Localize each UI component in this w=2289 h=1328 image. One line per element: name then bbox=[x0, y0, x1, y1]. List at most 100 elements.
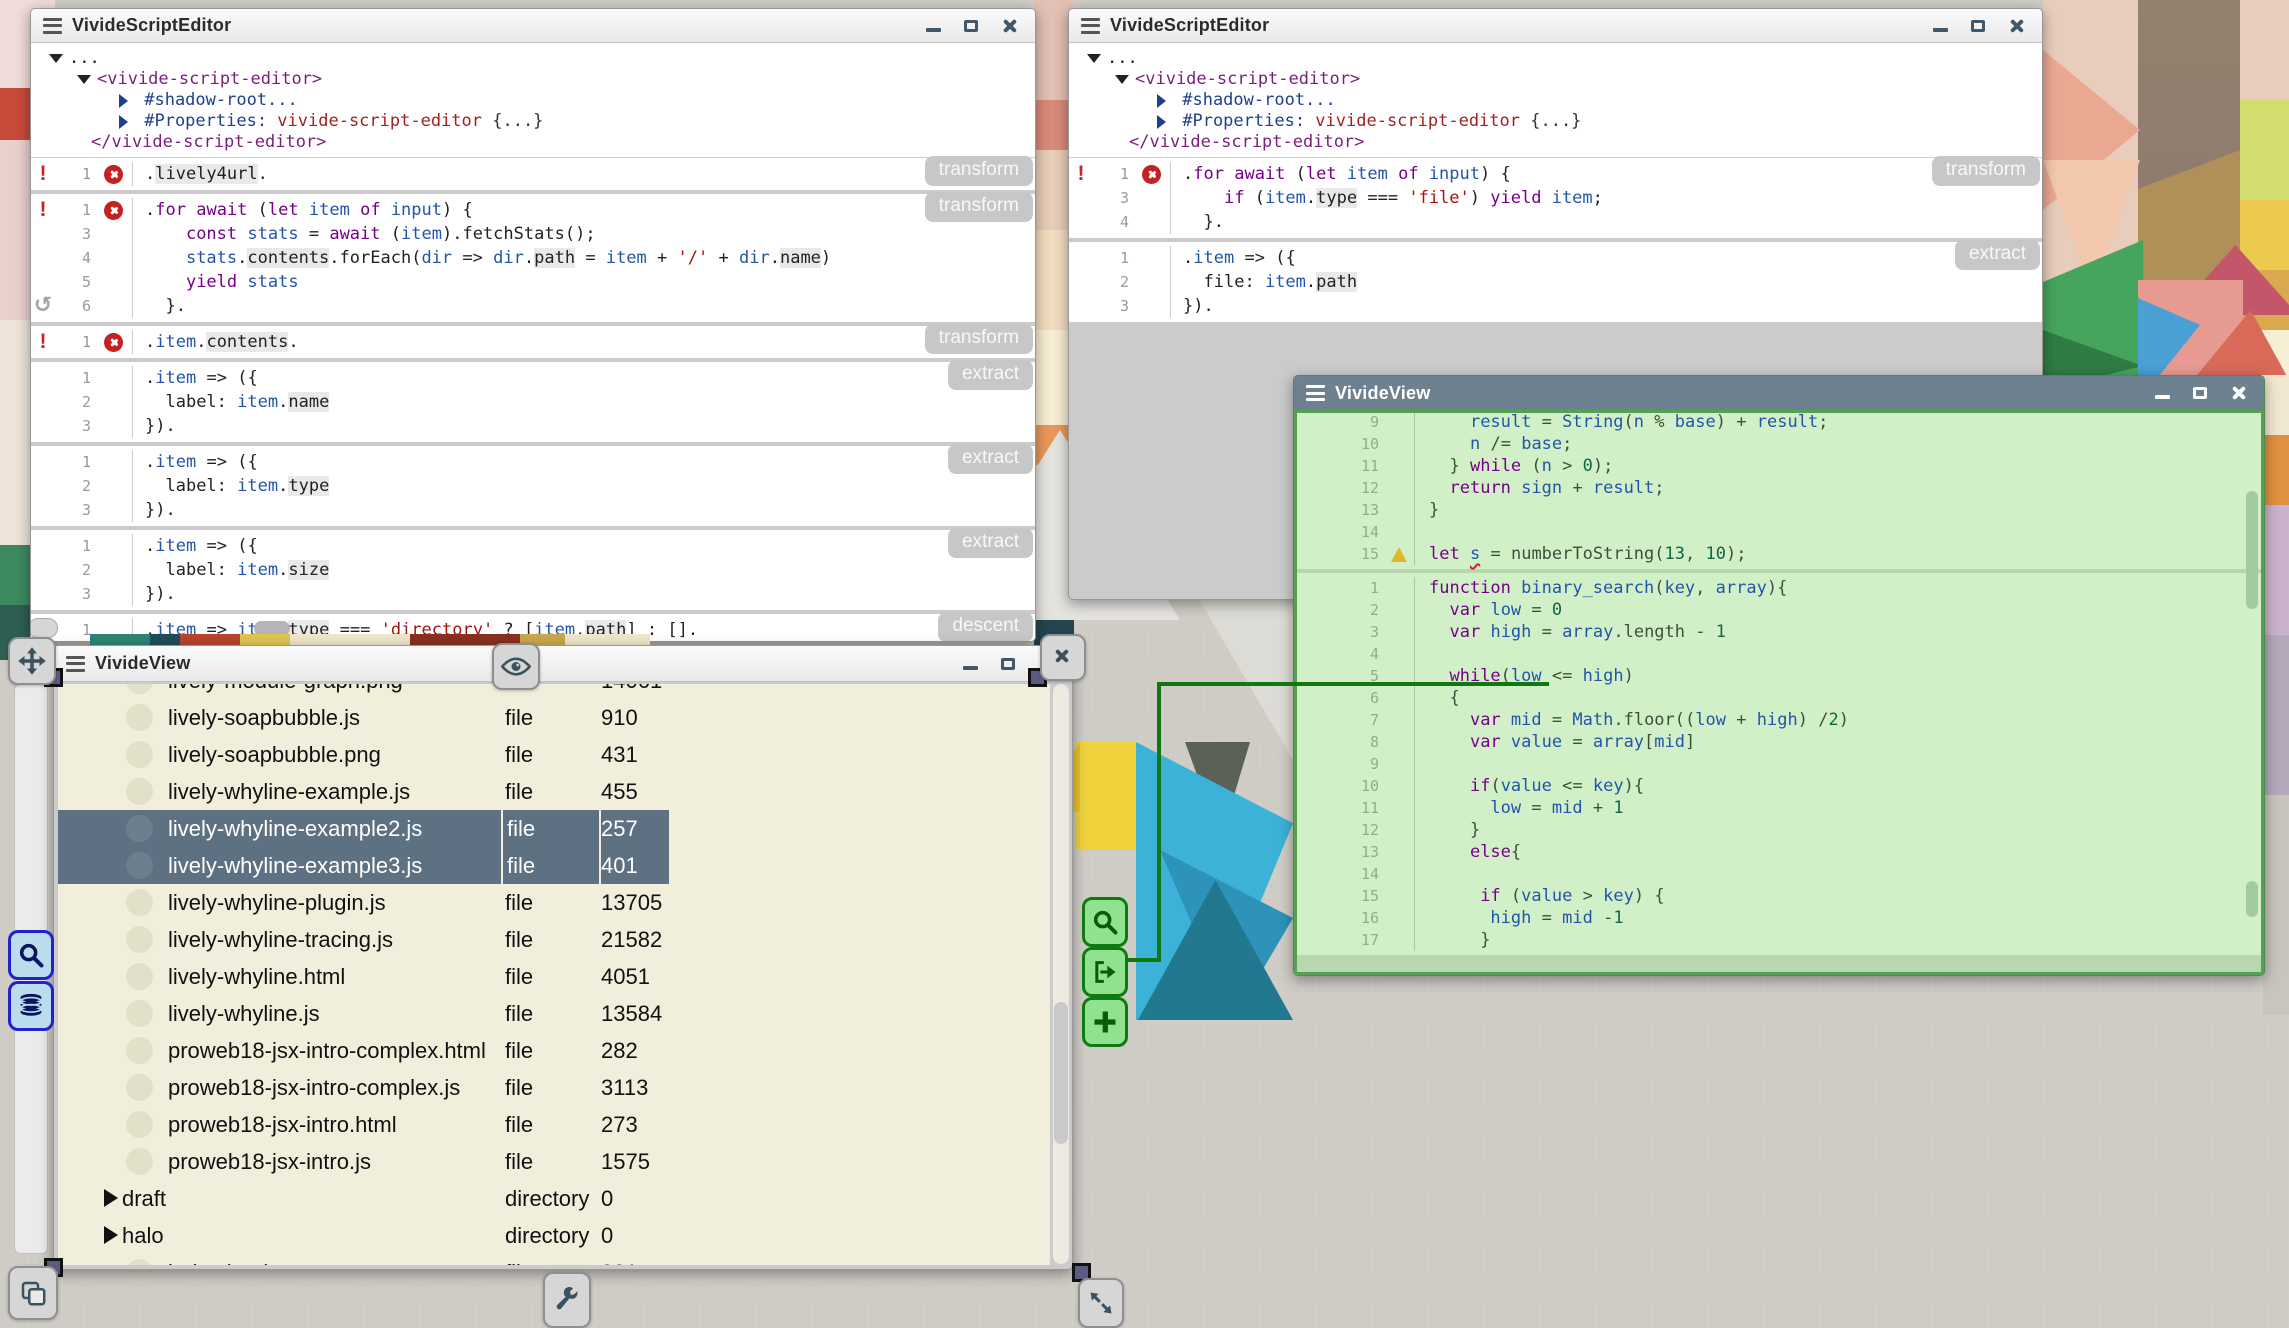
minimize-button[interactable] bbox=[2146, 381, 2178, 405]
code-line[interactable]: 1.item => ({ bbox=[31, 534, 1035, 558]
tree-line[interactable]: #Properties: vivide-script-editor {...} bbox=[1069, 111, 2042, 132]
code-line[interactable]: 2 file: item.path bbox=[1069, 270, 2042, 294]
code-line[interactable]: 4 }. bbox=[1069, 210, 2042, 234]
close-button[interactable] bbox=[2000, 14, 2032, 38]
code-line[interactable]: 3}). bbox=[1069, 294, 2042, 318]
tree-line[interactable]: #shadow-root... bbox=[31, 90, 1035, 111]
close-button[interactable] bbox=[993, 14, 1025, 38]
code-line[interactable]: 3 const stats = await (item).fetchStats(… bbox=[31, 222, 1035, 246]
script-block[interactable]: extract1.item => ({2 label: item.type3})… bbox=[31, 446, 1035, 526]
maximize-button[interactable] bbox=[992, 652, 1024, 676]
file-row[interactable]: draftdirectory0 bbox=[58, 1180, 1050, 1217]
code-line[interactable]: 7 var mid = Math.floor((low + high) /2) bbox=[1297, 709, 2261, 731]
move-button[interactable] bbox=[8, 637, 56, 685]
script-step-badge[interactable]: extract bbox=[948, 528, 1033, 558]
script-step-badge[interactable]: transform bbox=[1932, 156, 2040, 186]
file-row[interactable]: lively-soapbubble.pngfile431 bbox=[58, 736, 1050, 773]
titlebar[interactable]: VivideScriptEditor bbox=[31, 9, 1035, 43]
file-row[interactable]: lively-whyline-tracing.jsfile21582 bbox=[58, 921, 1050, 958]
code-line[interactable]: 2 label: item.name bbox=[31, 390, 1035, 414]
resize-button[interactable] bbox=[1078, 1278, 1124, 1328]
maximize-button[interactable] bbox=[955, 14, 987, 38]
expand-icon[interactable] bbox=[104, 1226, 118, 1244]
maximize-button[interactable] bbox=[1962, 14, 1994, 38]
code-line[interactable]: 3}). bbox=[31, 498, 1035, 522]
code-line[interactable]: !1.item.contents. bbox=[31, 330, 1035, 354]
file-row[interactable]: lively-whyline-example2.jsfile257 bbox=[58, 810, 1050, 847]
tree-line[interactable]: </vivide-script-editor> bbox=[1069, 132, 2042, 153]
menu-icon[interactable] bbox=[1081, 18, 1100, 34]
script-block[interactable]: transform!1.lively4url. bbox=[31, 158, 1035, 190]
expand-icon[interactable] bbox=[1157, 94, 1166, 108]
database-button[interactable] bbox=[8, 981, 54, 1031]
file-row[interactable]: proweb18-jsx-intro.htmlfile273 bbox=[58, 1106, 1050, 1143]
collapse-icon[interactable] bbox=[77, 75, 91, 84]
file-row[interactable]: proweb18-jsx-intro.jsfile1575 bbox=[58, 1143, 1050, 1180]
code-line[interactable]: 9 result = String(n % base) + result; bbox=[1297, 411, 2261, 433]
file-row[interactable]: lively-whyline-plugin.jsfile13705 bbox=[58, 884, 1050, 921]
script-step-badge[interactable]: transform bbox=[925, 324, 1033, 354]
script-block[interactable]: 1function binary_search(key, array){2 va… bbox=[1297, 573, 2261, 955]
file-row[interactable]: lively-whyline-example.jsfile455 bbox=[58, 773, 1050, 810]
file-row[interactable]: proweb18-jsx-intro-complex.jsfile3113 bbox=[58, 1069, 1050, 1106]
view-search-button[interactable] bbox=[1082, 897, 1128, 947]
script-block[interactable]: extract1.item => ({2 file: item.path3}). bbox=[1069, 242, 2042, 322]
script-step-badge[interactable]: descent bbox=[938, 612, 1033, 642]
file-row[interactable]: lively-whyline-example3.jsfile401 bbox=[58, 847, 1050, 884]
file-row[interactable]: proweb18-jsx-intro-complex.htmlfile282 bbox=[58, 1032, 1050, 1069]
code-line[interactable]: 2 label: item.type bbox=[31, 474, 1035, 498]
file-row[interactable]: halodirectory0 bbox=[58, 1217, 1050, 1254]
script-step-badge[interactable]: transform bbox=[925, 192, 1033, 222]
code-line[interactable]: ↺6 }. bbox=[31, 294, 1035, 318]
view-export-button[interactable] bbox=[1082, 947, 1128, 997]
collapse-icon[interactable] bbox=[49, 54, 63, 63]
code-line[interactable]: !1.for await (let item of input) { bbox=[31, 198, 1035, 222]
code-line[interactable]: 4 stats.contents.forEach(dir => dir.path… bbox=[31, 246, 1035, 270]
code-line[interactable]: 13 else{ bbox=[1297, 841, 2261, 863]
code-line[interactable]: 12 return sign + result; bbox=[1297, 477, 2261, 499]
script-block[interactable]: extract1.item => ({2 label: item.name3})… bbox=[31, 362, 1035, 442]
code-line[interactable]: 3 var high = array.length - 1 bbox=[1297, 621, 2261, 643]
collapse-icon[interactable] bbox=[1087, 54, 1101, 63]
code-line[interactable]: !1.for await (let item of input) { bbox=[1069, 162, 2042, 186]
titlebar[interactable]: VivideView bbox=[54, 646, 1072, 682]
code-line[interactable]: 8 var value = array[mid] bbox=[1297, 731, 2261, 753]
code-line[interactable]: 14 bbox=[1297, 863, 2261, 885]
script-block[interactable]: transform!1.item.contents. bbox=[31, 326, 1035, 358]
expand-icon[interactable] bbox=[119, 115, 128, 129]
halo-close-button[interactable] bbox=[1040, 634, 1086, 681]
titlebar[interactable]: VivideScriptEditor bbox=[1069, 9, 2042, 43]
expand-icon[interactable] bbox=[1157, 115, 1166, 129]
file-row[interactable]: index.htmlfile331 bbox=[58, 1254, 1050, 1265]
expand-icon[interactable] bbox=[104, 1189, 118, 1207]
code-line[interactable]: 12 } bbox=[1297, 819, 2261, 841]
code-line[interactable]: 1.item => ({ bbox=[31, 366, 1035, 390]
script-step-badge[interactable]: extract bbox=[948, 360, 1033, 390]
code-line[interactable]: 1.item => ({ bbox=[31, 450, 1035, 474]
script-block[interactable]: extract1.item => ({2 label: item.size3})… bbox=[31, 530, 1035, 610]
minimize-button[interactable] bbox=[917, 14, 949, 38]
code-line[interactable]: 10 if(value <= key){ bbox=[1297, 775, 2261, 797]
vertical-scrollbar-thumb[interactable] bbox=[2246, 491, 2258, 609]
code-line[interactable]: 11 low = mid + 1 bbox=[1297, 797, 2261, 819]
file-row[interactable]: lively-soapbubble.jsfile910 bbox=[58, 699, 1050, 736]
code-line[interactable]: 6 { bbox=[1297, 687, 2261, 709]
code-line[interactable]: !1.lively4url. bbox=[31, 162, 1035, 186]
minimize-button[interactable] bbox=[1924, 14, 1956, 38]
code-line[interactable]: 3 if (item.type === 'file') yield item; bbox=[1069, 186, 2042, 210]
menu-icon[interactable] bbox=[43, 18, 62, 34]
tree-line[interactable]: <vivide-script-editor> bbox=[31, 69, 1035, 90]
vertical-scrollbar-thumb[interactable] bbox=[1054, 1002, 1068, 1144]
code-line[interactable]: 2 var low = 0 bbox=[1297, 599, 2261, 621]
code-line[interactable]: 15 if (value > key) { bbox=[1297, 885, 2261, 907]
vertical-scrollbar-thumb[interactable] bbox=[2246, 881, 2258, 917]
file-row[interactable]: lively-whyline.htmlfile4051 bbox=[58, 958, 1050, 995]
script-block[interactable]: transform!1.for await (let item of input… bbox=[1069, 158, 2042, 238]
script-block[interactable]: 9 result = String(n % base) + result;10 … bbox=[1297, 410, 2261, 569]
code-line[interactable]: 10 n /= base; bbox=[1297, 433, 2261, 455]
file-row[interactable]: lively-whyline.jsfile13584 bbox=[58, 995, 1050, 1032]
tree-line[interactable]: <vivide-script-editor> bbox=[1069, 69, 2042, 90]
collapse-icon[interactable] bbox=[1115, 75, 1129, 84]
script-step-badge[interactable]: extract bbox=[948, 444, 1033, 474]
vertical-scrollbar-track[interactable] bbox=[1053, 684, 1069, 1264]
